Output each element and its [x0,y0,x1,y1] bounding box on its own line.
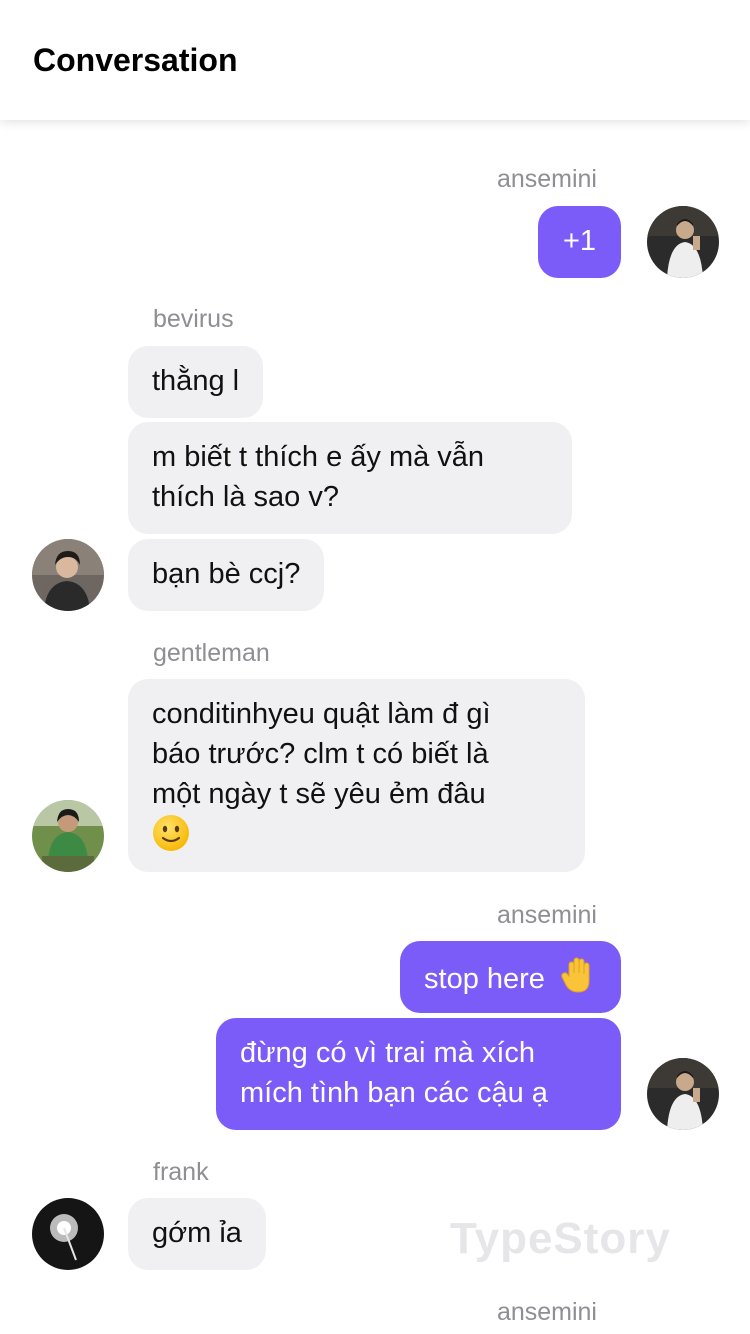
user-photo [32,800,104,872]
sender-name: ansemini [496,1298,597,1326]
message-bubble[interactable]: m biết t thích e ấy mà vẫn thích là sao … [128,422,572,534]
user-photo [647,1058,719,1130]
page-title: Conversation [33,42,238,78]
sender-name: ansemini [496,901,597,929]
message-bubble[interactable]: +1 [538,206,621,278]
message-feed[interactable]: ansemini +1 bevirus thằng l m biết t thí… [0,120,750,1334]
message-text: stop here [424,963,545,996]
message-text-line: thích là sao v? [152,481,339,513]
message-text: gớm ỉa [152,1217,242,1249]
raised-hand-icon [559,956,597,1005]
message-bubble[interactable]: stop here [400,941,621,1013]
message-text-line: mích tình bạn các cậu ạ [240,1077,548,1109]
message-text-line: m biết t thích e ấy mà vẫn [152,441,485,473]
sender-name: gentleman [153,639,270,667]
slightly-smiling-face-icon [152,814,190,863]
message-text-line: conditinhyeu quật làm đ gì [152,698,491,730]
message-text-line: một ngày t sẽ yêu ẻm đâu [152,778,486,810]
message-text: thằng l [152,365,240,397]
message-bubble[interactable]: bạn bè ccj? [128,539,325,611]
avatar[interactable] [32,539,104,611]
sender-name: ansemini [496,165,597,193]
sender-name: bevirus [153,305,234,333]
avatar[interactable] [647,1058,719,1130]
message-text: bạn bè ccj? [152,558,301,590]
app-header: Conversation [0,0,750,120]
message-bubble[interactable]: conditinhyeu quật làm đ gì báo trước? cl… [128,679,585,872]
avatar[interactable] [32,1198,104,1270]
watermark-logo: TypeStory [450,1214,671,1263]
user-photo [647,206,719,278]
message-text: +1 [562,225,597,257]
message-text-line: báo trước? clm t có biết là [152,738,489,770]
user-photo [32,1198,104,1270]
message-text-line: đừng có vì trai mà xích [240,1037,536,1069]
message-bubble[interactable]: thằng l [128,346,264,418]
sender-name: frank [153,1158,209,1186]
user-photo [32,539,104,611]
avatar[interactable] [32,800,104,872]
emoji-line [152,814,561,854]
avatar[interactable] [647,206,719,278]
message-bubble[interactable]: gớm ỉa [128,1198,266,1270]
message-bubble[interactable]: đừng có vì trai mà xích mích tình bạn cá… [216,1018,621,1130]
